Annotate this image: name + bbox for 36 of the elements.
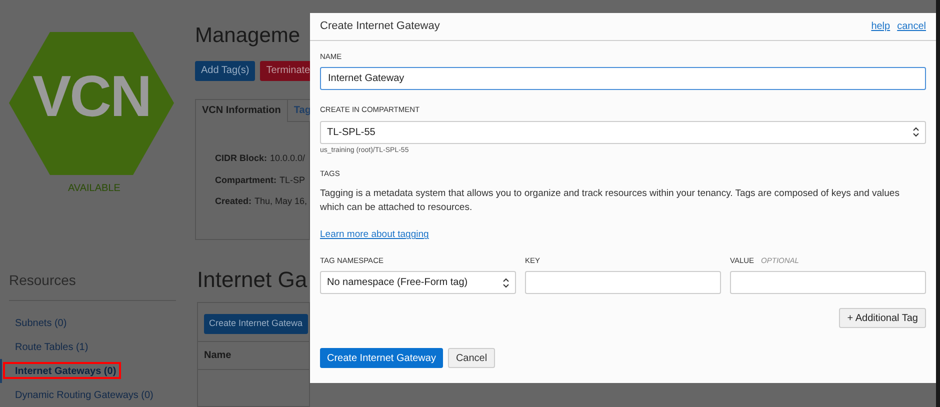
detail-value: Thu, May 16, <box>254 195 308 208</box>
name-field[interactable]: Internet Gateway <box>320 67 926 90</box>
detail-label: Created: <box>215 195 252 208</box>
learn-more-link[interactable]: Learn more about tagging <box>320 229 429 240</box>
dialog-title: Create Internet Gateway <box>320 19 440 34</box>
value-field[interactable] <box>730 271 926 294</box>
action-button[interactable]: Terminate <box>260 60 310 80</box>
resource-link[interactable]: Route Tables (1) <box>15 340 88 354</box>
create-button[interactable]: Create Internet Gatewa <box>204 314 308 334</box>
hexagon-icon <box>9 32 174 175</box>
header-link[interactable]: cancel <box>897 19 926 34</box>
dialog-button[interactable]: Cancel <box>448 348 496 368</box>
status-text: AVAILABLE <box>68 182 122 196</box>
page-title: Manageme <box>195 23 302 49</box>
resources-heading: Resources <box>9 271 77 290</box>
detail-label: CIDR Block: <box>215 152 268 166</box>
chevron-updown-icon <box>503 278 509 288</box>
detail-label: Compartment: <box>215 174 277 187</box>
detail-value: 10.0.0.0/ <box>270 152 306 166</box>
dialog-button[interactable]: Create Internet Gateway <box>320 348 443 368</box>
header-link[interactable]: help <box>871 19 890 34</box>
column-header: Name <box>198 342 309 370</box>
resource-link[interactable]: Subnets (0) <box>15 316 67 330</box>
chevron-updown-icon <box>913 127 919 137</box>
action-button[interactable]: Add Tag(s) <box>195 60 256 80</box>
detail-value: TL-SP <box>280 174 306 187</box>
compartment-select[interactable]: TL-SPL-55 <box>320 120 926 144</box>
section-heading: Internet Ga <box>197 266 308 294</box>
resource-link[interactable]: Dynamic Routing Gateways (0) <box>15 388 154 402</box>
key-field[interactable] <box>525 271 721 294</box>
logo-text: VCN <box>32 68 151 126</box>
add-tag-button[interactable]: + Additional Tag <box>839 308 926 328</box>
tab[interactable]: VCN Information <box>195 98 288 122</box>
namespace-select[interactable]: No namespace (Free-Form tag) <box>320 271 516 294</box>
description-text: Tagging is a metadata system that allows you to organize and track resources within your tenancy. Tags are composed of keys and values which can be attached to resources. <box>320 187 900 216</box>
resource-link[interactable]: Internet Gateways (0) <box>15 364 116 378</box>
